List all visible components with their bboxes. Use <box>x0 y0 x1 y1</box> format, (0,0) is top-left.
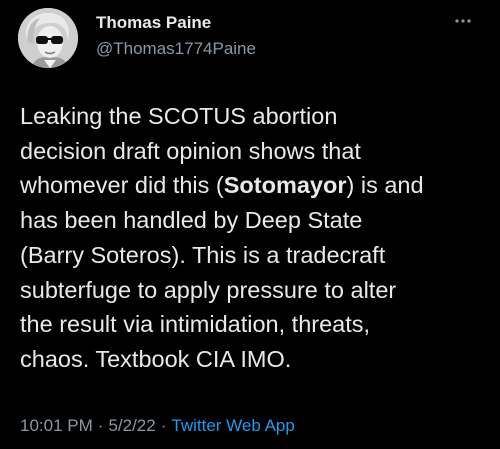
portrait-with-sunglasses-avatar-icon <box>18 8 78 68</box>
tweet-text-line: whomever did this (Sotomayor) is and <box>20 172 424 199</box>
ellipsis-icon <box>455 19 471 23</box>
author-block: Thomas Paine @Thomas1774Paine <box>96 12 256 60</box>
tweet-metadata: 10:01 PM · 5/2/22 · Twitter Web App <box>20 415 295 437</box>
tweet-text-line: the result via intimidation, threats, <box>20 311 371 338</box>
tweet-text-line: has been handled by Deep State <box>20 207 363 234</box>
mention-bold-name: Sotomayor <box>223 172 347 199</box>
display-name[interactable]: Thomas Paine <box>96 12 256 34</box>
username-handle[interactable]: @Thomas1774Paine <box>96 38 256 60</box>
tweet-date[interactable]: 5/2/22 <box>108 416 155 435</box>
tweet-card: Thomas Paine @Thomas1774Paine Leaking th… <box>0 0 500 449</box>
separator-dot: · <box>160 416 167 435</box>
tweet-text-line: (Barry Soteros). This is a tradecraft <box>20 241 386 268</box>
tweet-text-line: decision draft opinion shows that <box>20 137 361 164</box>
avatar[interactable] <box>18 8 78 68</box>
separator-dot: · <box>97 416 104 435</box>
tweet-text-line: subterfuge to apply pressure to alter <box>20 276 397 303</box>
tweet-source-link[interactable]: Twitter Web App <box>171 416 294 435</box>
tweet-text-line: Leaking the SCOTUS abortion <box>20 103 338 129</box>
tweet-text-line: chaos. Textbook CIA IMO. <box>20 345 292 372</box>
more-options-button[interactable] <box>452 12 474 30</box>
tweet-text: Leaking the SCOTUS abortion decision dra… <box>20 99 490 377</box>
tweet-time[interactable]: 10:01 PM <box>20 416 93 435</box>
